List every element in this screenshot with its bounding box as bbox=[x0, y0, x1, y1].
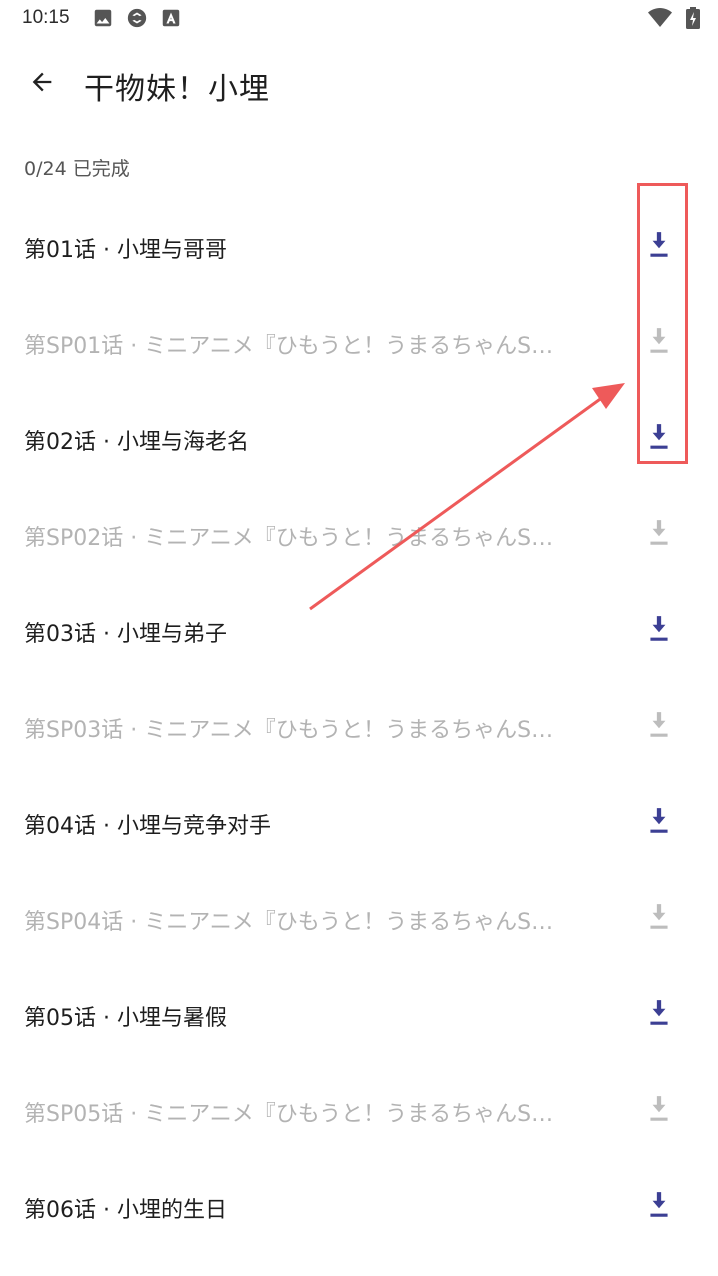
download-icon bbox=[646, 518, 672, 552]
episode-row-2[interactable]: 第SP01话 · ミニアニメ『ひもうと！うまるちゃんS… bbox=[0, 296, 718, 392]
download-icon bbox=[646, 326, 672, 360]
episode-title: 第SP02话 · ミニアニメ『ひもうと！うまるちゃんS… bbox=[24, 526, 554, 551]
episode-title: 第SP01话 · ミニアニメ『ひもうと！うまるちゃんS… bbox=[24, 334, 554, 359]
progress-text: 0/24 已完成 bbox=[24, 158, 130, 180]
battery-charging-icon bbox=[686, 7, 700, 29]
download-icon bbox=[646, 1190, 672, 1224]
episode-row-4[interactable]: 第SP02话 · ミニアニメ『ひもうと！うまるちゃんS… bbox=[0, 488, 718, 584]
download-button[interactable] bbox=[636, 800, 682, 846]
download-icon bbox=[646, 614, 672, 648]
image-icon bbox=[92, 7, 114, 29]
episode-title: 第06话 · 小埋的生日 bbox=[24, 1198, 227, 1223]
status-icons-left bbox=[92, 7, 182, 29]
episode-title: 第03话 · 小埋与弟子 bbox=[24, 622, 227, 647]
download-icon bbox=[646, 230, 672, 264]
episode-list: 第01话 · 小埋与哥哥 第SP01话 · ミニアニメ『ひもうと！うまるちゃんS… bbox=[0, 200, 718, 1256]
back-button[interactable] bbox=[20, 62, 64, 106]
episode-row-11[interactable]: 第06话 · 小埋的生日 bbox=[0, 1160, 718, 1256]
episode-row-6[interactable]: 第SP03话 · ミニアニメ『ひもうと！うまるちゃんS… bbox=[0, 680, 718, 776]
download-button[interactable] bbox=[636, 1184, 682, 1230]
episode-row-3[interactable]: 第02话 · 小埋与海老名 bbox=[0, 392, 718, 488]
status-icons-right bbox=[648, 7, 700, 29]
download-button[interactable] bbox=[636, 512, 682, 558]
episode-title: 第05话 · 小埋与暑假 bbox=[24, 1006, 227, 1031]
download-button[interactable] bbox=[636, 992, 682, 1038]
episode-row-9[interactable]: 第05话 · 小埋与暑假 bbox=[0, 968, 718, 1064]
download-button[interactable] bbox=[636, 320, 682, 366]
wifi-icon bbox=[648, 8, 672, 28]
episode-title: 第01话 · 小埋与哥哥 bbox=[24, 238, 227, 263]
download-button[interactable] bbox=[636, 896, 682, 942]
episode-title: 第SP05话 · ミニアニメ『ひもうと！うまるちゃんS… bbox=[24, 1102, 554, 1127]
download-button[interactable] bbox=[636, 608, 682, 654]
download-button[interactable] bbox=[636, 224, 682, 270]
store-icon bbox=[160, 7, 182, 29]
status-bar: 10:15 bbox=[0, 0, 718, 36]
status-time: 10:15 bbox=[22, 7, 70, 28]
app-bar: 干物妹！小埋 bbox=[0, 48, 718, 120]
sync-icon bbox=[126, 7, 148, 29]
episode-row-10[interactable]: 第SP05话 · ミニアニメ『ひもうと！うまるちゃんS… bbox=[0, 1064, 718, 1160]
download-icon bbox=[646, 902, 672, 936]
episode-row-5[interactable]: 第03话 · 小埋与弟子 bbox=[0, 584, 718, 680]
download-button[interactable] bbox=[636, 1088, 682, 1134]
download-icon bbox=[646, 1094, 672, 1128]
download-icon bbox=[646, 806, 672, 840]
download-icon bbox=[646, 998, 672, 1032]
episode-title: 第02话 · 小埋与海老名 bbox=[24, 430, 249, 455]
episode-title: 第04话 · 小埋与竞争对手 bbox=[24, 814, 271, 839]
episode-title: 第SP04话 · ミニアニメ『ひもうと！うまるちゃんS… bbox=[24, 910, 554, 935]
download-button[interactable] bbox=[636, 704, 682, 750]
arrow-left-icon bbox=[28, 68, 56, 100]
download-icon bbox=[646, 710, 672, 744]
episode-row-1[interactable]: 第01话 · 小埋与哥哥 bbox=[0, 200, 718, 296]
episode-row-8[interactable]: 第SP04话 · ミニアニメ『ひもうと！うまるちゃんS… bbox=[0, 872, 718, 968]
page-title: 干物妹！小埋 bbox=[84, 72, 270, 107]
download-icon bbox=[646, 422, 672, 456]
episode-title: 第SP03话 · ミニアニメ『ひもうと！うまるちゃんS… bbox=[24, 718, 554, 743]
download-button[interactable] bbox=[636, 416, 682, 462]
episode-row-7[interactable]: 第04话 · 小埋与竞争对手 bbox=[0, 776, 718, 872]
